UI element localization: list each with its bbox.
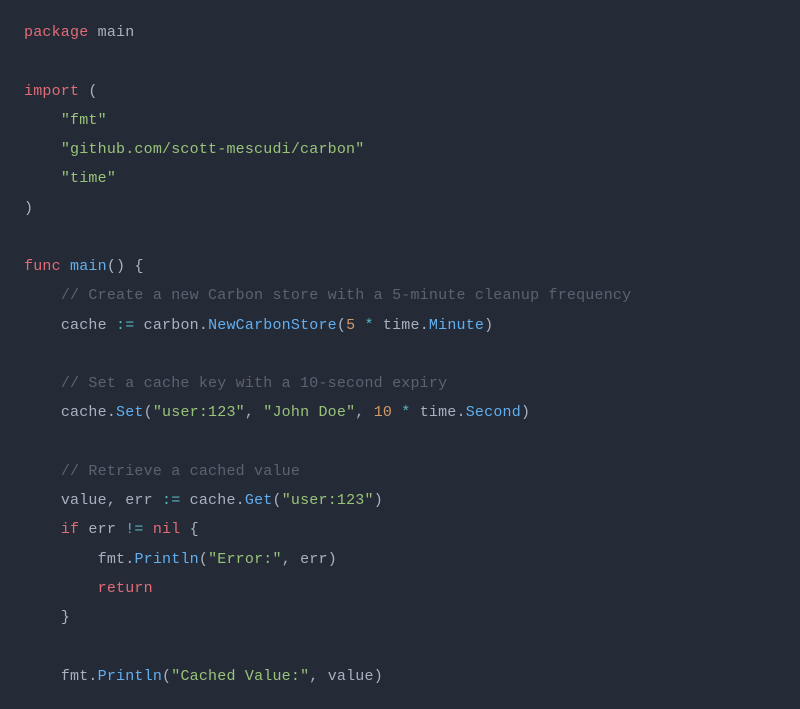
string-cached-value: "Cached Value:": [171, 668, 309, 685]
keyword-package: package: [24, 24, 88, 41]
brace-close: }: [61, 609, 70, 626]
paren-open: (: [162, 668, 171, 685]
ident-fmt: fmt: [98, 551, 126, 568]
func-main: main: [70, 258, 107, 275]
string-time: "time": [61, 170, 116, 187]
paren-open: (: [199, 551, 208, 568]
dot: .: [420, 317, 429, 334]
paren-close: ): [484, 317, 493, 334]
fn-minute: Minute: [429, 317, 484, 334]
parens: (): [107, 258, 125, 275]
keyword-if: if: [61, 521, 79, 538]
string-error: "Error:": [208, 551, 282, 568]
comma: ,: [245, 404, 254, 421]
fn-println: Println: [134, 551, 198, 568]
num-10: 10: [374, 404, 392, 421]
ident-time: time: [420, 404, 457, 421]
paren-open: (: [88, 83, 97, 100]
ident-value: value: [61, 492, 107, 509]
comment: // Set a cache key with a 10-second expi…: [61, 375, 447, 392]
comma: ,: [309, 668, 318, 685]
string-carbon: "github.com/scott-mescudi/carbon": [61, 141, 365, 158]
fn-get: Get: [245, 492, 273, 509]
fn-println: Println: [98, 668, 162, 685]
string-johndoe: "John Doe": [263, 404, 355, 421]
op-mul: *: [401, 404, 410, 421]
fn-newcarbonstore: NewCarbonStore: [208, 317, 337, 334]
string-user123: "user:123": [153, 404, 245, 421]
paren-close: ): [374, 492, 383, 509]
dot: .: [457, 404, 466, 421]
op-mul: *: [365, 317, 374, 334]
comment: // Retrieve a cached value: [61, 463, 300, 480]
ident-time: time: [383, 317, 420, 334]
ident-cache: cache: [190, 492, 236, 509]
string-user123: "user:123": [282, 492, 374, 509]
dot: .: [199, 317, 208, 334]
keyword-import: import: [24, 83, 79, 100]
ident-err: err: [88, 521, 116, 538]
fn-second: Second: [466, 404, 521, 421]
keyword-nil: nil: [153, 521, 181, 538]
ident-value: value: [328, 668, 374, 685]
code-block: package main import ( "fmt" "github.com/…: [0, 0, 800, 709]
ident-err: err: [125, 492, 153, 509]
comma: ,: [107, 492, 116, 509]
string-fmt: "fmt": [61, 112, 107, 129]
ident-carbon: carbon: [144, 317, 199, 334]
paren-open: (: [272, 492, 281, 509]
keyword-func: func: [24, 258, 61, 275]
ident-cache: cache: [61, 317, 107, 334]
paren-close: ): [521, 404, 530, 421]
comma: ,: [282, 551, 291, 568]
paren-close: ): [328, 551, 337, 568]
keyword-return: return: [98, 580, 153, 597]
paren-close: ): [24, 200, 33, 217]
op-ne: !=: [125, 521, 143, 538]
ident-fmt: fmt: [61, 668, 89, 685]
paren-close: ): [374, 668, 383, 685]
comment: // Create a new Carbon store with a 5-mi…: [61, 287, 632, 304]
op-assign: :=: [162, 492, 180, 509]
comma: ,: [355, 404, 364, 421]
dot: .: [107, 404, 116, 421]
brace-open: {: [190, 521, 199, 538]
brace-open: {: [134, 258, 143, 275]
paren-open: (: [337, 317, 346, 334]
fn-set: Set: [116, 404, 144, 421]
ident-cache: cache: [61, 404, 107, 421]
ident-err: err: [300, 551, 328, 568]
op-assign: :=: [116, 317, 134, 334]
ident-main: main: [98, 24, 135, 41]
num-5: 5: [346, 317, 355, 334]
dot: .: [88, 668, 97, 685]
dot: .: [236, 492, 245, 509]
paren-open: (: [144, 404, 153, 421]
